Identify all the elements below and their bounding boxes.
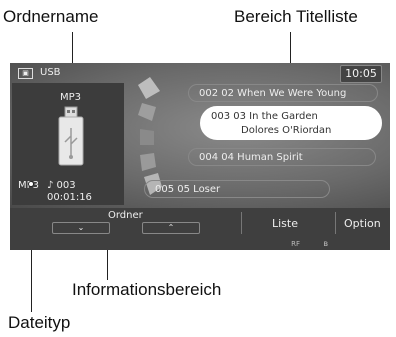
usb-icon: ▣ — [18, 68, 33, 79]
chevron-up-icon: ⌃ — [167, 223, 175, 232]
elapsed-time: 00:01:16 — [47, 192, 92, 203]
leader-dot-file-type — [28, 181, 34, 187]
bottom-bar: Ordner ⌄ ⌃ Liste Option RF ʙ — [10, 208, 390, 250]
track-item[interactable]: 004 04 Human Spirit — [188, 148, 376, 166]
track-title: 002 02 When We Were Young — [199, 88, 347, 99]
track-title: 005 05 Loser — [155, 184, 221, 195]
separator — [241, 212, 242, 234]
folder-up-button[interactable]: ⌃ — [142, 222, 200, 234]
chevron-down-icon: ⌄ — [77, 223, 85, 232]
separator — [335, 212, 336, 234]
folder-nav-label: Ordner — [108, 210, 143, 221]
list-button[interactable]: Liste — [272, 217, 298, 230]
folder-name: MP3 — [60, 92, 82, 103]
clock: 10:05 — [340, 65, 382, 83]
callout-folder-name: Ordnername — [3, 7, 99, 26]
source-label: USB — [40, 67, 61, 78]
bluetooth-icon: ʙ — [323, 239, 328, 248]
callout-title-list-area: Bereich Titelliste — [234, 7, 358, 26]
callout-file-type: Dateityp — [8, 313, 71, 332]
track-item-selected[interactable]: 003 03 In the Garden Dolores O'Riordan — [200, 106, 382, 140]
track-title: 004 04 Human Spirit — [199, 152, 303, 163]
track-title: 003 03 In the Garden — [211, 111, 318, 122]
usb-drive-icon — [58, 106, 84, 166]
folder-down-button[interactable]: ⌄ — [52, 222, 110, 234]
track-item[interactable]: 005 05 Loser — [144, 180, 330, 198]
rf-indicator: RF — [291, 240, 300, 248]
device-screen: ▣ USB 10:05 MP3 MP3 ♪ 003 00:01:16 002 0… — [10, 63, 390, 250]
track-number: ♪ 003 — [47, 180, 76, 191]
callout-info-area: Informationsbereich — [72, 280, 222, 299]
track-item[interactable]: 002 02 When We Were Young — [188, 84, 378, 102]
option-button[interactable]: Option — [344, 217, 381, 230]
track-artist: Dolores O'Riordan — [241, 125, 332, 136]
